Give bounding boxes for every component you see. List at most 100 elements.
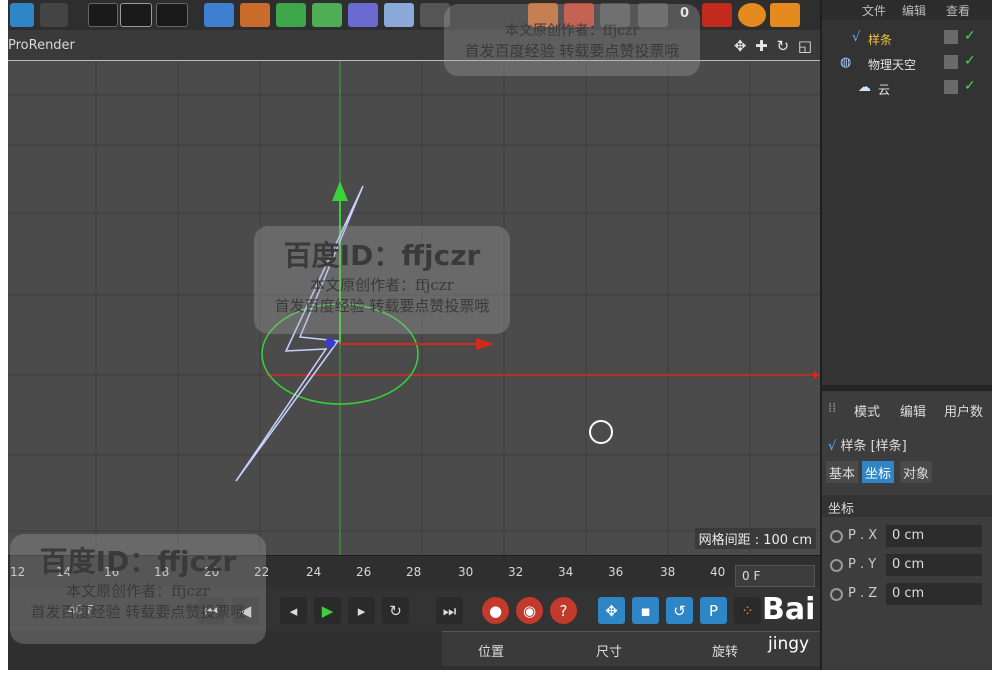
watermark-note: 首发百度经验 转载要点赞投票哦 [30, 603, 246, 621]
undo-icon[interactable] [10, 3, 34, 27]
baidu-logo: Bai [762, 592, 816, 627]
record-keys-icon[interactable]: ● [482, 597, 509, 624]
watermark-center: 百度ID：ffjczr 本文原创作者：ffjczr 首发百度经验 转载要点赞投票… [254, 226, 510, 334]
physical-sky-icon: ◍ [840, 55, 852, 70]
pen-spline-icon[interactable] [240, 3, 270, 27]
watermark-title: 百度ID：ffjczr [39, 545, 237, 578]
coord-value-field[interactable]: 0 cm [886, 525, 982, 547]
floor-icon[interactable] [384, 3, 414, 27]
coord-value-field[interactable]: 0 cm [886, 583, 982, 605]
object-row-spline[interactable]: √ 样条 ✓ [822, 26, 992, 50]
y-arrow-head[interactable] [332, 181, 348, 201]
menu-edit[interactable]: 编辑 [902, 2, 926, 19]
cube-icon[interactable] [204, 3, 234, 27]
menu-file[interactable]: 文件 [862, 2, 886, 19]
object-name: 云 [878, 83, 891, 97]
x-arrow-head[interactable] [476, 338, 494, 350]
watermark-author: 本文原创作者：ffjczr [66, 582, 210, 600]
tools-icon[interactable] [770, 3, 800, 27]
anim-radio[interactable] [830, 530, 843, 543]
navigation-icons[interactable]: ✥ ✚ ↻ ◱ [734, 37, 814, 55]
timeline-tick: 28 [406, 565, 422, 579]
pla-key-icon[interactable]: ⁘ [734, 597, 761, 624]
anim-radio[interactable] [830, 588, 843, 601]
array-icon[interactable] [312, 3, 342, 27]
render-settings-icon[interactable] [156, 3, 188, 27]
object-manager-menu: 文件 编辑 查看 [822, 0, 992, 20]
watermark-author: 本文原创作者：ffjczr [310, 276, 454, 294]
attribute-object-title: √ 样条 [样条] [828, 435, 907, 454]
enable-check-icon[interactable]: ✓ [964, 78, 976, 94]
enable-check-icon[interactable]: ✓ [964, 28, 976, 44]
deformer-icon[interactable] [348, 3, 378, 27]
watermark-note: 首发百度经验 转载要点赞投票哦 [464, 42, 680, 60]
goto-end-icon[interactable]: ⏭ [436, 597, 463, 624]
object-row-physical-sky[interactable]: ◍ 物理天空 ✓ [822, 51, 992, 75]
subdivision-icon[interactable] [276, 3, 306, 27]
timeline-tick: 38 [660, 565, 676, 579]
rotate-key-icon[interactable]: ↺ [666, 597, 693, 624]
auto-key-icon[interactable]: ◉ [516, 597, 543, 624]
render-view-icon[interactable] [88, 3, 118, 27]
watermark-title: 百度ID：ffjczr [283, 239, 481, 272]
menu-view[interactable]: 查看 [946, 2, 970, 19]
scale-key-icon[interactable]: ▪ [632, 597, 659, 624]
s-plugin-icon[interactable] [738, 3, 766, 27]
timeline-tick: 36 [608, 565, 624, 579]
enable-check-icon[interactable]: ✓ [964, 53, 976, 69]
param-key-icon[interactable]: P [700, 597, 727, 624]
cinema4d-window: 0 ProRender ✥ ✚ ↻ ◱ 网格间距: 100 cm 12 14 … [8, 0, 992, 670]
layer-flag[interactable] [944, 30, 958, 44]
object-name: 样条 [868, 33, 893, 47]
object-manager: 文件 编辑 查看 √ 样条 ✓ ◍ 物理天空 ✓ ☁ 云 ✓ [820, 0, 992, 385]
coord-row-px[interactable]: P . X 0 cm [826, 525, 992, 549]
position-header: 位置 [478, 645, 505, 660]
tab-object[interactable]: 对象 [900, 461, 933, 483]
spline-icon: √ [852, 30, 861, 45]
spline-point[interactable] [325, 338, 335, 348]
timeline-tick: 30 [458, 565, 474, 579]
menu-mode[interactable]: 模式 [854, 401, 880, 420]
object-row-cloud[interactable]: ☁ 云 ✓ [822, 76, 992, 100]
coord-section-header[interactable]: 坐标 [822, 495, 992, 517]
renderer-label[interactable]: ProRender [8, 38, 75, 53]
object-name: 物理天空 [868, 58, 917, 72]
move-key-icon[interactable]: ✥ [598, 597, 625, 624]
tab-coord[interactable]: 坐标 [862, 461, 895, 483]
size-header: 尺寸 [596, 645, 623, 660]
play-icon[interactable]: ▶ [314, 597, 341, 624]
rotation-header: 旋转 [712, 645, 739, 660]
coord-row-pz[interactable]: P . Z 0 cm [826, 583, 992, 607]
timeline-tick: 40 [710, 565, 726, 579]
grip-icon: ⁞⁞ [828, 401, 837, 416]
coord-label: P . Z [848, 586, 878, 601]
menu-edit[interactable]: 编辑 [900, 401, 926, 420]
key-help-icon[interactable]: ? [550, 597, 577, 624]
grid-spacing-label: 网格间距 : 100 cm [694, 528, 816, 549]
download-icon[interactable] [702, 3, 732, 27]
watermark-note: 首发百度经验 转载要点赞投票哦 [274, 297, 490, 315]
spline-icon: √ [828, 439, 837, 454]
anim-radio[interactable] [830, 559, 843, 572]
step-back-icon[interactable]: ◂ [280, 597, 307, 624]
menu-user-data[interactable]: 用户数 [944, 401, 983, 420]
loop-icon[interactable]: ↻ [382, 597, 409, 624]
tab-basic[interactable]: 基本 [826, 461, 859, 483]
coord-label: P . Y [848, 557, 877, 572]
coord-row-py[interactable]: P . Y 0 cm [826, 554, 992, 578]
mouse-cursor-ring [589, 420, 613, 444]
coord-value-field[interactable]: 0 cm [886, 554, 982, 576]
current-frame-field[interactable]: 0 F [735, 565, 815, 587]
coord-label: P . X [848, 528, 878, 543]
layer-flag[interactable] [944, 55, 958, 69]
watermark-author: 本文原创作者：ffjczr [504, 23, 640, 39]
watermark-bottom: 百度ID：ffjczr 本文原创作者：ffjczr 首发百度经验 转载要点赞投票… [10, 534, 266, 644]
timeline-tick: 26 [356, 565, 372, 579]
timeline-tick: 24 [306, 565, 322, 579]
render-picture-icon[interactable] [120, 3, 152, 27]
redo-icon[interactable] [40, 3, 68, 27]
layer-flag[interactable] [944, 80, 958, 94]
attribute-manager: ⁞⁞ 模式 编辑 用户数 √ 样条 [样条] 基本 坐标 对象 坐标 P . X… [820, 385, 992, 670]
timeline-tick: 32 [508, 565, 524, 579]
step-forward-icon[interactable]: ▸ [348, 597, 375, 624]
